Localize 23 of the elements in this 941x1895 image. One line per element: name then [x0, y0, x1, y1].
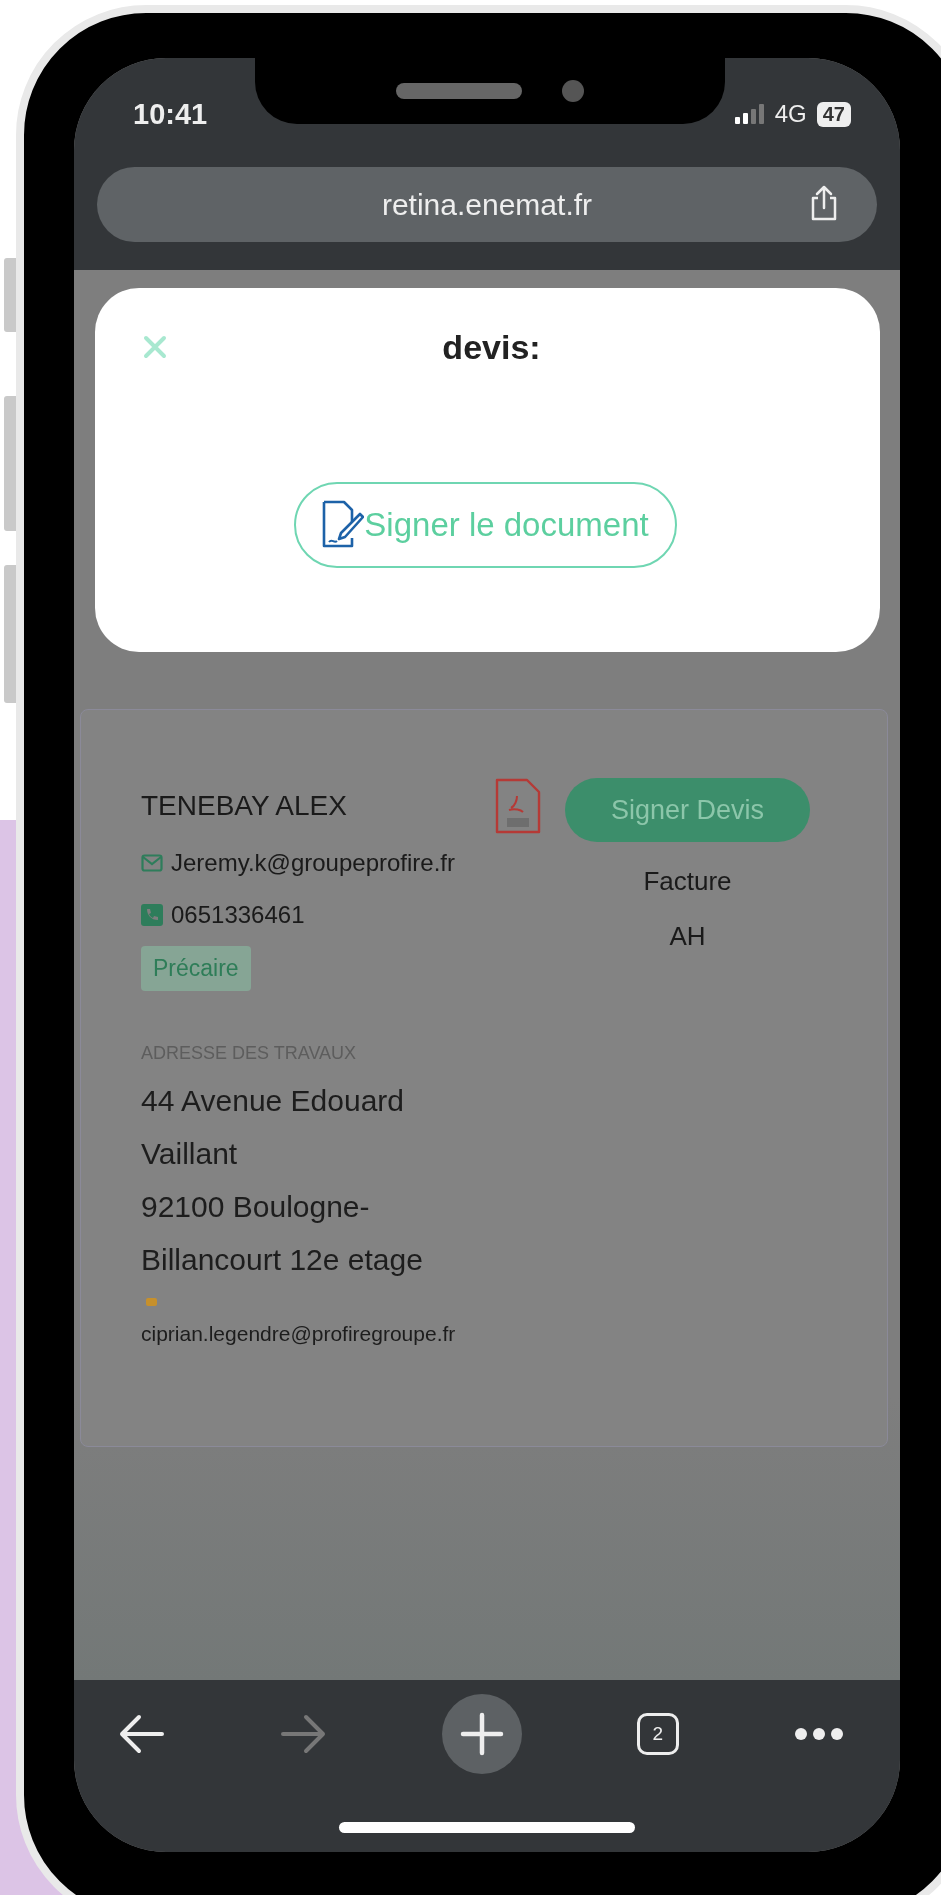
address-line: Vaillant	[141, 1136, 239, 1172]
client-phone: 0651336461	[171, 901, 305, 929]
document-link[interactable]: Facture	[643, 866, 732, 897]
status-time: 10:41	[133, 97, 208, 131]
signal-icon	[734, 104, 765, 124]
tab-count[interactable]: 2	[636, 1713, 679, 1755]
address-line: 44 Avenue Edouard	[141, 1083, 405, 1119]
client-name: TENEBAY ALEX	[141, 790, 347, 822]
back-arrow-icon[interactable]	[119, 1714, 165, 1754]
modal-title: devis:	[442, 327, 541, 367]
address-line: Billancourt 12e etage	[141, 1242, 423, 1278]
contact-email: ciprian.legendre@profiregroupe.fr	[141, 1322, 456, 1346]
battery-level: 47	[816, 101, 851, 127]
phone-icon	[141, 904, 163, 926]
client-email: Jeremy.k@groupeprofire.fr	[171, 849, 455, 877]
document-link[interactable]: AH	[669, 921, 706, 952]
share-icon[interactable]	[809, 184, 839, 222]
new-tab-icon[interactable]	[441, 1694, 522, 1774]
address-bar[interactable]: retina.enemat.fr	[97, 167, 877, 242]
status-tag: Précaire	[141, 946, 251, 991]
network-label: 4G	[774, 100, 807, 128]
address-line: 92100 Boulogne-	[141, 1189, 371, 1225]
more-icon[interactable]	[794, 1727, 844, 1741]
